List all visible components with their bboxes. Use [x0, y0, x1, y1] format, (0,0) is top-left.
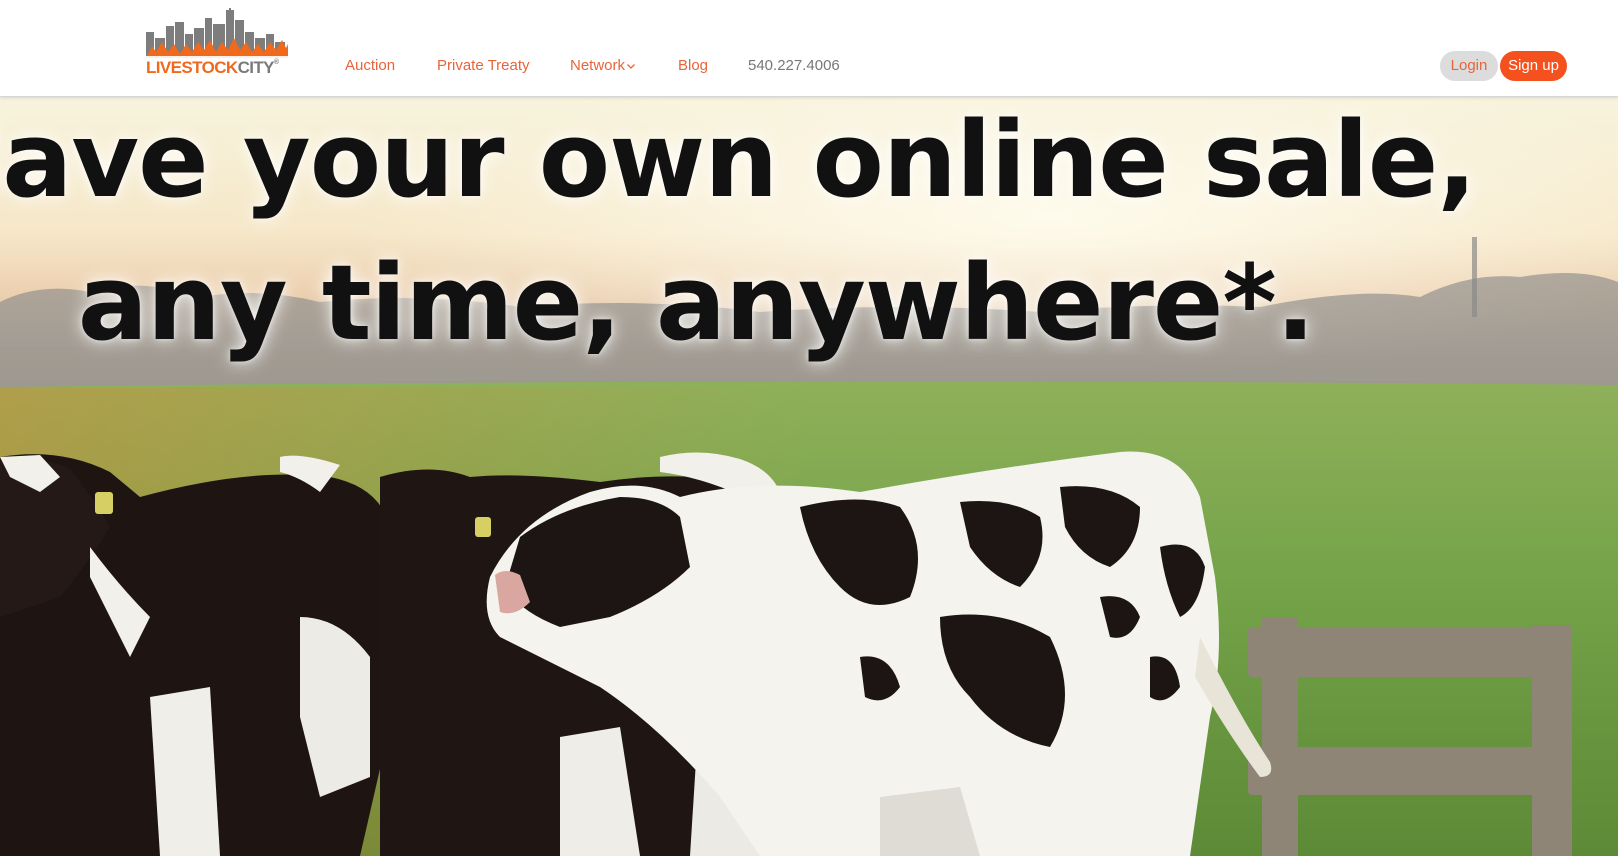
hero-headline-line-2: any time, anywhere*.: [77, 242, 1316, 364]
city-skyline-icon: [146, 8, 290, 58]
site-header: LIVESTOCKCITY® Auction Private Treaty Ne…: [0, 0, 1618, 97]
nav-network-label: Network: [570, 57, 626, 74]
nav-blog[interactable]: Blog: [678, 56, 708, 76]
hero-headline-line-1: Have your own online sale,: [0, 99, 1477, 221]
nav-auction[interactable]: Auction: [345, 56, 395, 76]
chevron-down-icon: [627, 64, 635, 69]
nav-phone-number[interactable]: 540.227.4006: [748, 56, 840, 76]
logo-wordmark-city: CITY: [237, 58, 275, 77]
logo-registered-mark: ®: [273, 59, 279, 66]
nav-network[interactable]: Network: [570, 56, 636, 76]
login-button[interactable]: Login: [1440, 51, 1498, 81]
signup-button[interactable]: Sign up: [1500, 51, 1567, 81]
logo-wordmark-livestock: LIVESTOCK: [146, 58, 238, 77]
hero-banner: Have your own online sale, any time, any…: [0, 97, 1618, 856]
logo-wordmark: LIVESTOCKCITY®: [146, 58, 279, 77]
cow-left: [0, 454, 390, 856]
nav-private-treaty[interactable]: Private Treaty: [437, 56, 530, 76]
livestockcity-logo[interactable]: LIVESTOCKCITY®: [146, 8, 290, 78]
